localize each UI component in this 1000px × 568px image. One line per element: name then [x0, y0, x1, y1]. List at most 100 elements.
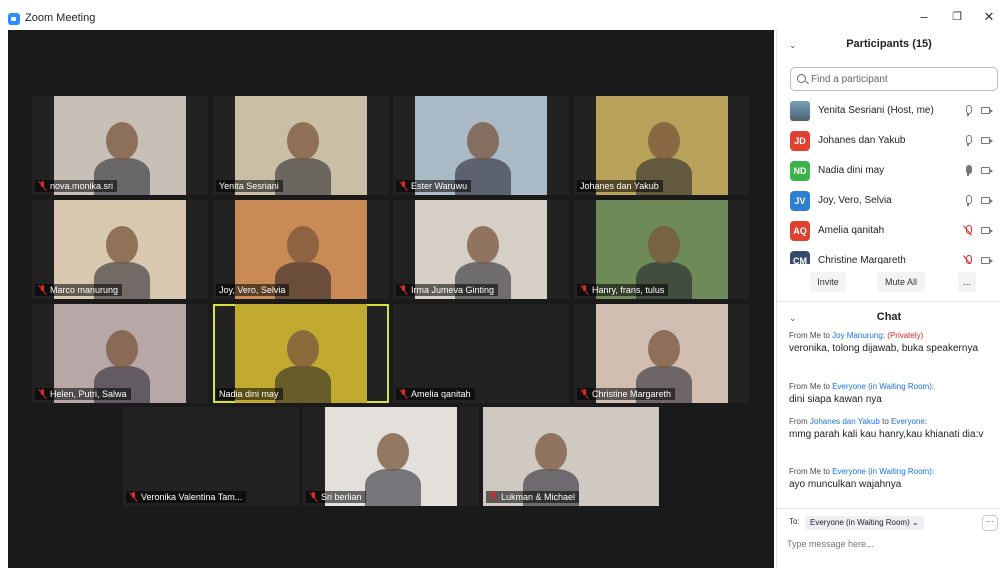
tile-name-text: nova.monika.sri — [50, 181, 114, 191]
video-camera-icon[interactable] — [981, 167, 993, 174]
chat-meta-from: From Me to — [789, 331, 833, 340]
zoom-logo-icon — [8, 13, 20, 25]
participants-more-button[interactable]: ... — [958, 272, 976, 292]
video-camera-icon[interactable] — [981, 197, 993, 204]
participant-name: Amelia qanitah — [818, 225, 885, 236]
tile-name-label: Marco manurung — [35, 284, 123, 296]
mic-muted-icon[interactable] — [964, 255, 972, 264]
chat-meta-suffix: : — [931, 382, 935, 391]
chat-meta-suffix: : — [924, 417, 928, 426]
video-tile[interactable]: Yenita Sesriani — [213, 96, 389, 195]
tile-name-text: Helen, Putri, Salwa — [50, 389, 127, 399]
chat-message-input[interactable] — [787, 536, 992, 552]
video-tile[interactable]: Joy, Vero, Selvia — [213, 200, 389, 299]
tile-name-label: Ester Waruwu — [396, 180, 472, 192]
person-silhouette — [365, 469, 421, 506]
tile-name-label: Veronika Valentina Tam... — [126, 491, 247, 503]
tile-name-text: Sri berlian — [321, 492, 362, 502]
chat-recipient-select[interactable]: Everyone (in Waiting Room) ⌄ — [805, 516, 924, 530]
participant-name: Joy, Vero, Selvia — [818, 195, 892, 206]
mic-muted-icon — [580, 285, 589, 295]
video-camera-icon[interactable] — [981, 257, 993, 264]
chat-divider — [777, 508, 1000, 509]
mic-muted-icon[interactable] — [964, 225, 972, 236]
video-tile[interactable]: nova.monika.sri — [32, 96, 208, 195]
chat-meta-to[interactable]: Joy Manurung — [832, 331, 883, 340]
video-tile[interactable]: Irma Jumeva Ginting — [393, 200, 569, 299]
participant-row[interactable]: CM Christine Margareth — [777, 246, 1000, 264]
person-head — [648, 122, 680, 160]
tile-name-text: Christine Margareth — [592, 389, 672, 399]
participant-search[interactable] — [790, 67, 998, 91]
video-tile[interactable]: Veronika Valentina Tam... — [123, 407, 299, 506]
microphone-icon[interactable] — [964, 165, 972, 176]
chat-meta-to[interactable]: Everyone (in Waiting Room) — [832, 467, 932, 476]
chat-meta-from: From — [789, 417, 810, 426]
chat-more-button[interactable]: ··· — [982, 515, 998, 531]
video-tile[interactable]: Hanry, frans, tulus — [574, 200, 750, 299]
microphone-icon[interactable] — [964, 195, 972, 206]
video-camera-icon[interactable] — [981, 137, 993, 144]
participant-name: Johanes dan Yakub — [818, 135, 906, 146]
video-tile[interactable]: Ester Waruwu — [393, 96, 569, 195]
tile-name-text: Veronika Valentina Tam... — [141, 492, 243, 502]
mic-muted-icon — [489, 492, 498, 502]
chat-meta-sender[interactable]: Johanes dan Yakub — [810, 417, 880, 426]
tile-name-text: Ester Waruwu — [411, 181, 468, 191]
video-tile[interactable]: Johanes dan Yakub — [574, 96, 750, 195]
video-tile[interactable]: Lukman & Michael — [483, 407, 659, 506]
mute-all-button[interactable]: Mute All — [877, 272, 925, 292]
mic-muted-icon — [399, 389, 408, 399]
mic-muted-icon — [38, 181, 47, 191]
chat-message-meta: From Me to Everyone (in Waiting Room): — [789, 466, 994, 477]
tile-name-label: Sri berlian — [306, 491, 366, 503]
video-tile[interactable]: Helen, Putri, Salwa — [32, 304, 208, 403]
side-panel: ⌄ Participants (15) Yenita Sesriani (Hos… — [776, 30, 1000, 568]
mic-muted-icon — [399, 181, 408, 191]
tile-name-text: Joy, Vero, Selvia — [219, 285, 286, 295]
tile-name-label: Joy, Vero, Selvia — [216, 284, 290, 296]
minimize-icon[interactable]: – — [913, 8, 935, 26]
invite-button[interactable]: Invite — [810, 272, 846, 292]
chat-message: From Johanes dan Yakub to Everyone: mmg p… — [789, 416, 994, 441]
chat-message-text: ayo munculkan wajahnya — [789, 479, 902, 490]
avatar — [790, 101, 810, 121]
tile-name-text: Marco manurung — [50, 285, 119, 295]
tile-name-text: Yenita Sesriani — [219, 181, 279, 191]
video-tile[interactable]: Amelia qanitah — [393, 304, 569, 403]
panel-divider — [777, 301, 1000, 302]
participant-row[interactable]: ND Nadia dini may — [777, 156, 1000, 186]
tile-name-label: Irma Jumeva Ginting — [396, 284, 499, 296]
video-camera-icon[interactable] — [981, 107, 993, 114]
chat-meta-to[interactable]: Everyone — [891, 417, 925, 426]
person-head — [648, 330, 680, 368]
participant-row[interactable]: JV Joy, Vero, Selvia — [777, 186, 1000, 216]
video-tile[interactable]: Christine Margareth — [574, 304, 750, 403]
tile-name-label: Nadia dini may — [216, 388, 283, 400]
video-tile[interactable]: Nadia dini may — [213, 304, 389, 403]
person-silhouette — [275, 158, 331, 195]
close-icon[interactable]: ✕ — [978, 8, 1000, 26]
video-camera-icon[interactable] — [981, 227, 993, 234]
participant-row[interactable]: AQ Amelia qanitah — [777, 216, 1000, 246]
person-head — [287, 330, 319, 368]
participant-row[interactable]: JD Johanes dan Yakub — [777, 126, 1000, 156]
participant-search-input[interactable] — [811, 71, 991, 87]
avatar: CM — [790, 251, 810, 264]
microphone-icon[interactable] — [964, 135, 972, 146]
person-head — [648, 226, 680, 264]
participant-row[interactable]: Yenita Sesriani (Host, me) — [777, 96, 1000, 126]
participants-title: Participants (15) — [846, 38, 932, 50]
video-tile[interactable]: Sri berlian — [303, 407, 479, 506]
person-head — [467, 122, 499, 160]
video-tile[interactable]: Marco manurung — [32, 200, 208, 299]
chat-message-text: dini siapa kawan nya — [789, 394, 882, 405]
search-icon — [797, 74, 806, 83]
person-head — [377, 433, 409, 471]
avatar: ND — [790, 161, 810, 181]
restore-icon[interactable]: ❐ — [946, 8, 968, 26]
person-head — [287, 226, 319, 264]
chat-meta-to[interactable]: Everyone (in Waiting Room) — [832, 382, 932, 391]
microphone-icon[interactable] — [964, 105, 972, 116]
tile-name-label: Lukman & Michael — [486, 491, 580, 503]
